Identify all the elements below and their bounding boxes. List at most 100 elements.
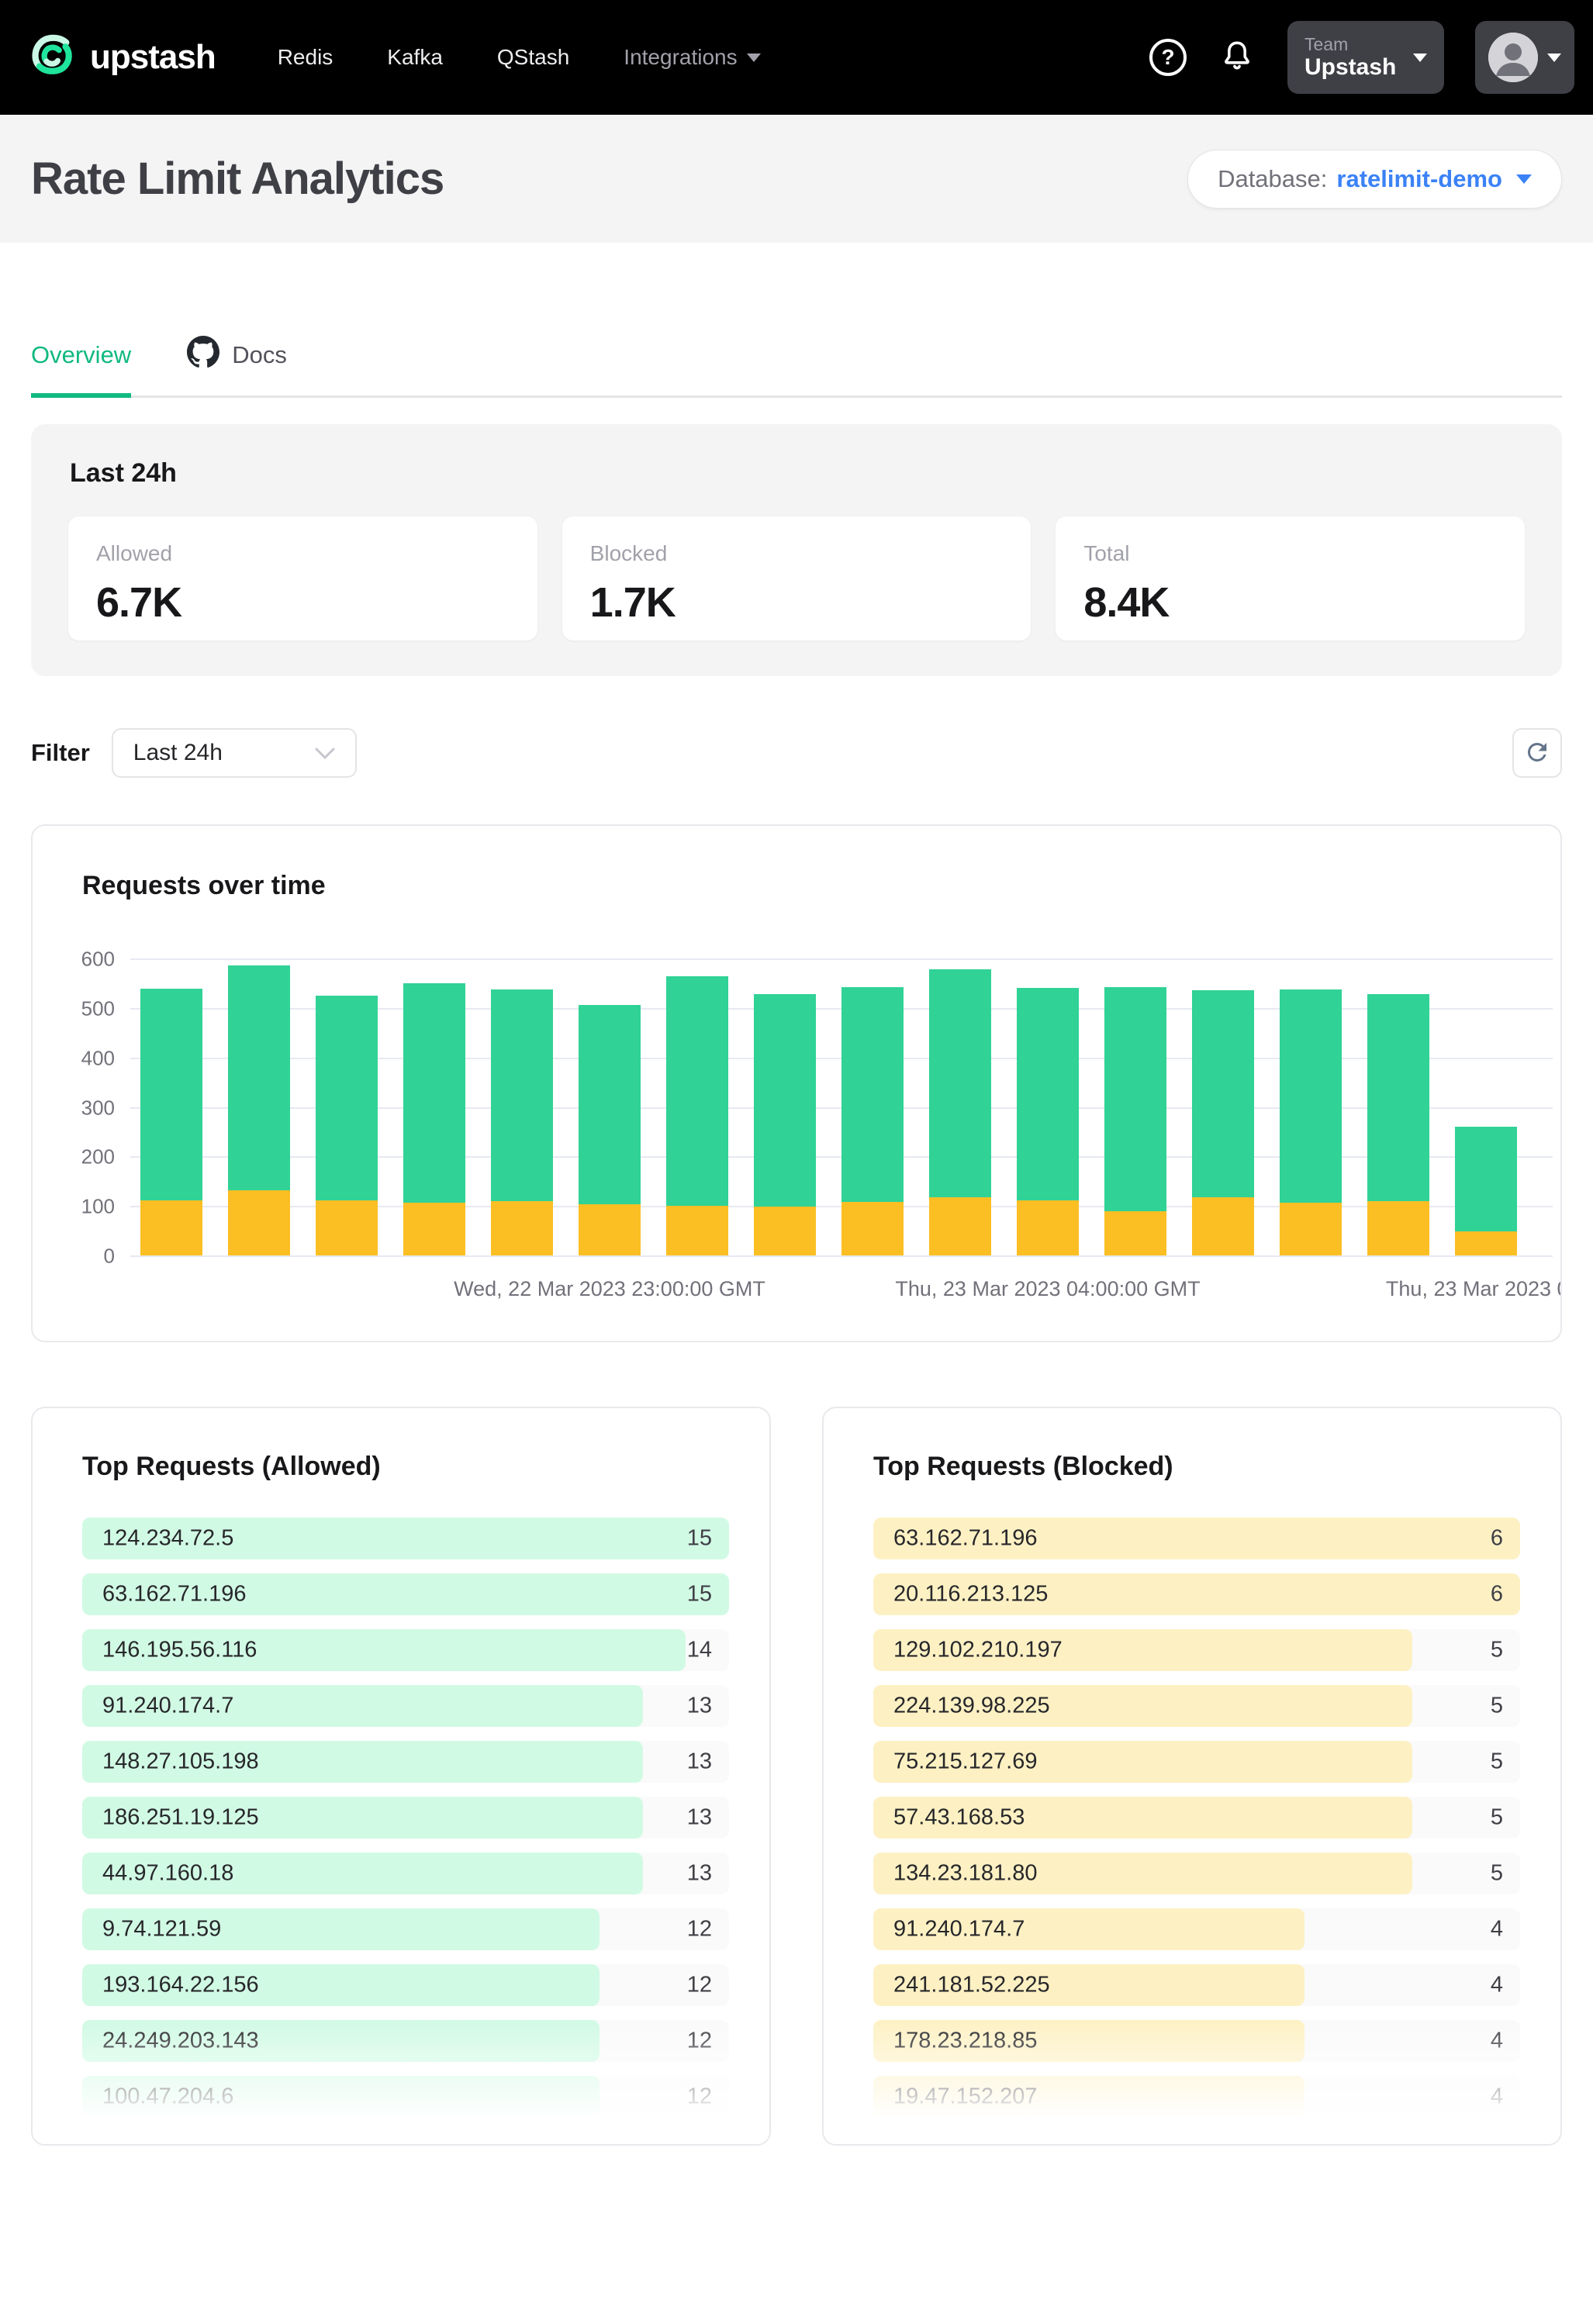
list-item: 124.234.72.515 <box>82 1518 729 1559</box>
list-item: 186.251.19.12513 <box>82 1797 729 1839</box>
bar-segment-allowed <box>403 983 465 1203</box>
row-ip: 224.139.98.225 <box>893 1694 1050 1719</box>
stat-label: Blocked <box>590 541 1004 566</box>
help-button[interactable]: ? <box>1149 39 1187 76</box>
brand-wordmark: upstash <box>90 38 216 77</box>
row-count: 5 <box>1491 1805 1503 1831</box>
x-tick-label: Thu, 23 Mar 2023 09: <box>1386 1277 1562 1301</box>
bar-segment-blocked <box>228 1190 290 1255</box>
bar-segment-blocked <box>1192 1197 1254 1255</box>
time-range-select[interactable]: Last 24h <box>112 728 357 778</box>
bar <box>491 989 553 1255</box>
bar-segment-allowed <box>316 996 378 1200</box>
stat-card-allowed: Allowed 6.7K <box>68 516 537 641</box>
list-item: 241.181.52.2254 <box>873 1964 1520 2006</box>
nav-links: Redis Kafka QStash Integrations <box>278 45 761 70</box>
bar-segment-blocked <box>1280 1203 1342 1255</box>
nav-item-kafka[interactable]: Kafka <box>387 45 443 70</box>
database-selector[interactable]: Database: ratelimit-demo <box>1187 150 1562 209</box>
list-item: 63.162.71.1966 <box>873 1518 1520 1559</box>
top-nav: upstash Redis Kafka QStash Integrations … <box>0 0 1593 115</box>
row-ip: 186.251.19.125 <box>102 1805 259 1831</box>
bar-segment-blocked <box>1104 1211 1166 1255</box>
chevron-down-icon <box>1547 54 1561 62</box>
bars-container <box>130 958 1553 1255</box>
bar-segment-blocked <box>929 1197 991 1255</box>
bar-segment-blocked <box>841 1202 904 1255</box>
list-item: 146.195.56.116 14 <box>82 1629 729 1671</box>
stat-value: 1.7K <box>590 578 1004 627</box>
top-blocked-title: Top Requests (Blocked) <box>873 1452 1520 1482</box>
row-count: 12 <box>687 1973 712 1998</box>
time-range-value: Last 24h <box>133 740 223 766</box>
notifications-button[interactable] <box>1218 37 1256 78</box>
user-avatar <box>1488 33 1538 82</box>
row-count: 14 <box>687 1638 712 1663</box>
refresh-button[interactable] <box>1512 728 1562 778</box>
filter-row: Filter Last 24h <box>31 728 1562 778</box>
stats-title: Last 24h <box>70 458 1525 489</box>
nav-right: ? Team Upstash <box>1149 21 1574 94</box>
bar-segment-allowed <box>579 1005 641 1204</box>
bar <box>929 969 991 1255</box>
upstash-brand[interactable]: upstash <box>31 33 216 82</box>
tab-bar: Overview Docs <box>31 243 1562 398</box>
team-switcher[interactable]: Team Upstash <box>1287 21 1444 94</box>
bar-segment-blocked <box>491 1201 553 1255</box>
x-tick-label: Wed, 22 Mar 2023 23:00:00 GMT <box>454 1277 765 1301</box>
row-count: 12 <box>687 2029 712 2054</box>
bar <box>1367 994 1429 1255</box>
bar-segment-allowed <box>929 969 991 1197</box>
chevron-down-icon <box>1413 54 1427 62</box>
stat-card-blocked: Blocked 1.7K <box>562 516 1031 641</box>
bar-segment-blocked <box>579 1204 641 1255</box>
bar-segment-blocked <box>316 1200 378 1255</box>
x-tick-label: Thu, 23 Mar 2023 04:00:00 GMT <box>895 1277 1200 1301</box>
bar-segment-allowed <box>754 994 816 1207</box>
bar <box>841 987 904 1255</box>
row-ip: 24.249.203.143 <box>102 2029 259 2054</box>
bar-segment-allowed <box>841 987 904 1202</box>
tab-overview[interactable]: Overview <box>31 336 131 398</box>
row-ip: 20.116.213.125 <box>893 1582 1048 1607</box>
bar <box>1192 990 1254 1255</box>
y-tick-label: 200 <box>31 1145 115 1169</box>
nav-item-redis[interactable]: Redis <box>278 45 333 70</box>
row-ip: 63.162.71.196 <box>102 1582 246 1607</box>
row-ip: 57.43.168.53 <box>893 1805 1025 1831</box>
row-count: 15 <box>687 1582 712 1607</box>
row-ip: 193.164.22.156 <box>102 1973 259 1998</box>
list-item: 224.139.98.225 5 <box>873 1685 1520 1727</box>
bar <box>403 983 465 1255</box>
list-item: 129.102.210.1975 <box>873 1629 1520 1671</box>
bar-segment-blocked <box>1367 1201 1429 1255</box>
nav-item-integrations[interactable]: Integrations <box>624 45 760 70</box>
list-item: 63.162.71.196 15 <box>82 1573 729 1615</box>
account-menu[interactable] <box>1475 21 1574 94</box>
list-item: 91.240.174.713 <box>82 1685 729 1727</box>
row-count: 4 <box>1491 2084 1503 2110</box>
tab-docs[interactable]: Docs <box>187 336 287 398</box>
row-ip: 146.195.56.116 <box>102 1638 257 1663</box>
row-ip: 19.47.152.207 <box>893 2084 1037 2110</box>
row-count: 5 <box>1491 1694 1503 1719</box>
row-count: 12 <box>687 1917 712 1942</box>
row-count: 4 <box>1491 2029 1503 2054</box>
row-count: 13 <box>687 1749 712 1775</box>
database-name: ratelimit-demo <box>1336 165 1502 193</box>
help-icon: ? <box>1149 39 1187 76</box>
page-header: Rate Limit Analytics Database: ratelimit… <box>0 115 1593 243</box>
nav-item-qstash[interactable]: QStash <box>497 45 569 70</box>
top-allowed-rows: 124.234.72.515 63.162.71.196 15 146.195.56.… <box>82 1518 729 2118</box>
top-allowed-title: Top Requests (Allowed) <box>82 1452 729 1482</box>
bell-icon <box>1218 37 1256 78</box>
bar-segment-allowed <box>1192 990 1254 1197</box>
y-tick-label: 300 <box>31 1096 115 1120</box>
list-item: 9.74.121.5912 <box>82 1908 729 1950</box>
list-item: 134.23.181.805 <box>873 1853 1520 1894</box>
chevron-down-icon <box>747 54 761 62</box>
github-icon <box>187 336 219 375</box>
list-item: 178.23.218.854 <box>873 2020 1520 2062</box>
row-ip: 124.234.72.5 <box>102 1526 233 1552</box>
list-item: 19.47.152.207 4 <box>873 2076 1520 2118</box>
